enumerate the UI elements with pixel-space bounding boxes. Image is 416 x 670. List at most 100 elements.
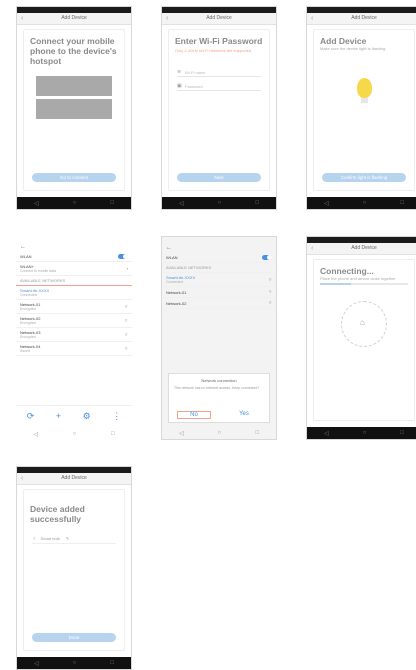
more-icon[interactable]: ⋮ [112,411,121,422]
list-item[interactable]: Network-01 ⌔ [162,287,276,298]
wifi-icon: ⌔ [268,289,272,294]
hotspot-illustration-2 [36,99,112,119]
nav-back-icon[interactable]: ◁ [324,200,329,207]
list-item[interactable]: Network-03 Encrypted ⌔ [16,328,132,342]
nav-recent-icon[interactable]: □ [255,200,259,206]
nav-recent-icon[interactable]: □ [400,200,404,206]
network-dialog: Network connection This network has no I… [168,373,270,423]
lock-icon: ▣ [177,83,182,89]
nav-home-icon[interactable]: ○ [363,200,367,206]
wifi-icon: ⌔ [124,331,128,337]
connect-progress [320,283,408,285]
wlan-toggle[interactable] [262,255,272,260]
page-title: Connect your mobile phone to the device'… [30,36,117,66]
nav-home-icon[interactable]: ○ [363,430,367,436]
wifi-icon: ⌔ [124,345,128,351]
wifi-name-placeholder: Wi-Fi name [185,70,206,75]
wifi-icon: ⌔ [124,317,128,323]
nav-bar: ◁ ○ □ [307,427,416,439]
nav-recent-icon[interactable]: □ [111,431,115,437]
row-sub: Connected [166,280,183,284]
wlan-toggle[interactable] [118,254,128,259]
password-field[interactable]: ▣ Password [177,83,261,91]
dialog-title: Network connection [201,378,237,383]
screen-wlan-settings: ← WLAN WLAN+ Connect to mobile data › AVAI… [16,236,132,440]
row-label: WLAN [20,254,32,259]
go-connect-button[interactable]: Go to connect [32,173,116,182]
dialog-body: This network has no Internet access. Kee… [174,386,260,390]
list-item[interactable]: Network-02 ⌔ [162,298,276,309]
wifi-name-field[interactable]: ≋ Wi-Fi name [177,69,261,77]
nav-home-icon[interactable]: ○ [218,200,222,206]
screen-wifi-password: ‹ Add Device Enter Wi-Fi Password Only 2.… [161,6,277,210]
wifi-icon: ⌔ [268,300,272,305]
instruction-text: Place the phone and device close togethe… [320,276,396,281]
nav-back-icon[interactable]: ◁ [179,430,184,437]
wlan-row[interactable]: WLAN [16,252,132,262]
instruction-text: Make sure the device light is flashing [320,46,386,51]
nav-recent-icon[interactable]: □ [255,430,259,436]
back-icon[interactable]: ‹ [311,13,313,24]
screen-connect-hotspot: ‹ Add Device Connect your mobile phone to… [16,6,132,210]
top-bar-title: Add Device [206,15,232,21]
list-item[interactable]: Network-01 Encrypted ⌔ [16,300,132,314]
row-sub: Encrypted [20,321,36,325]
nav-bar: ◁ ○ □ [17,197,131,209]
row-label: WLAN [166,255,178,260]
nav-bar: ◁ ○ □ [162,197,276,209]
wlan-row[interactable]: WLAN [162,253,276,263]
add-icon[interactable]: + [56,411,61,421]
device-name: Smart bulb [40,536,60,541]
dialog-no-button[interactable]: No [177,411,211,419]
next-button[interactable]: Next [177,173,261,182]
list-item[interactable]: SmartLife-XXXX Connected ⌔ [162,273,276,287]
device-row[interactable]: ♁ Smart bulb ✎ [32,534,116,544]
back-icon[interactable]: ‹ [311,243,313,254]
row-label: AVAILABLE NETWORKS [166,265,212,270]
config-icon[interactable]: ⚙ [83,411,91,422]
bottom-tabs: ⟳ + ⚙ ⋮ [16,405,132,426]
row-label: Network-02 [166,300,187,306]
progress-fill [320,283,351,285]
nav-recent-icon[interactable]: □ [110,660,114,666]
list-item[interactable]: Network-04 Saved ⌔ [16,342,132,356]
nav-recent-icon[interactable]: □ [400,430,404,436]
bulb-icon: ♁ [32,535,37,542]
content-card: Connecting... Place the phone and device… [313,259,415,421]
nav-back-icon[interactable]: ◁ [34,660,39,667]
page-title: Connecting... [320,266,374,276]
nav-home-icon[interactable]: ○ [73,660,77,666]
nav-back-icon[interactable]: ◁ [179,200,184,207]
warning-text: Only 2.4GHz Wi-Fi networks are supported [175,48,252,53]
back-icon[interactable]: ← [162,243,276,253]
device-icon: ⌂ [360,318,365,327]
nav-home-icon[interactable]: ○ [218,430,222,436]
back-icon[interactable]: ‹ [21,13,23,24]
top-bar-title: Add Device [61,475,87,481]
nav-recent-icon[interactable]: □ [110,200,114,206]
list-item[interactable]: SmartLife-XXXX Connected [16,286,132,300]
confirm-flashing-button[interactable]: Confirm light is flashing [322,173,406,182]
nav-back-icon[interactable]: ◁ [33,431,38,438]
list-item[interactable]: Network-02 Encrypted ⌔ [16,314,132,328]
row-label: AVAILABLE NETWORKS [20,278,66,283]
wifi-icon: ⌔ [124,303,128,309]
dialog-yes-button[interactable]: Yes [227,411,261,419]
top-bar-title: Add Device [61,15,87,21]
list-item[interactable]: WLAN+ Connect to mobile data › [16,262,132,276]
chevron-right-icon: › [126,266,128,271]
top-bar: ‹ Add Device [307,243,416,255]
wifi-icon: ≋ [177,69,182,75]
nav-back-icon[interactable]: ◁ [324,430,329,437]
edit-icon[interactable]: ✎ [66,536,69,541]
nav-back-icon[interactable]: ◁ [34,200,39,207]
top-bar: ‹ Add Device [17,13,131,25]
back-icon[interactable]: ← [16,242,132,252]
back-icon[interactable]: ‹ [166,13,168,24]
scan-icon[interactable]: ⟳ [27,411,35,422]
nav-home-icon[interactable]: ○ [73,200,77,206]
done-button[interactable]: Done [32,633,116,642]
row-sub: Encrypted [20,335,36,339]
nav-home-icon[interactable]: ○ [73,431,77,437]
back-icon[interactable]: ‹ [21,473,23,484]
